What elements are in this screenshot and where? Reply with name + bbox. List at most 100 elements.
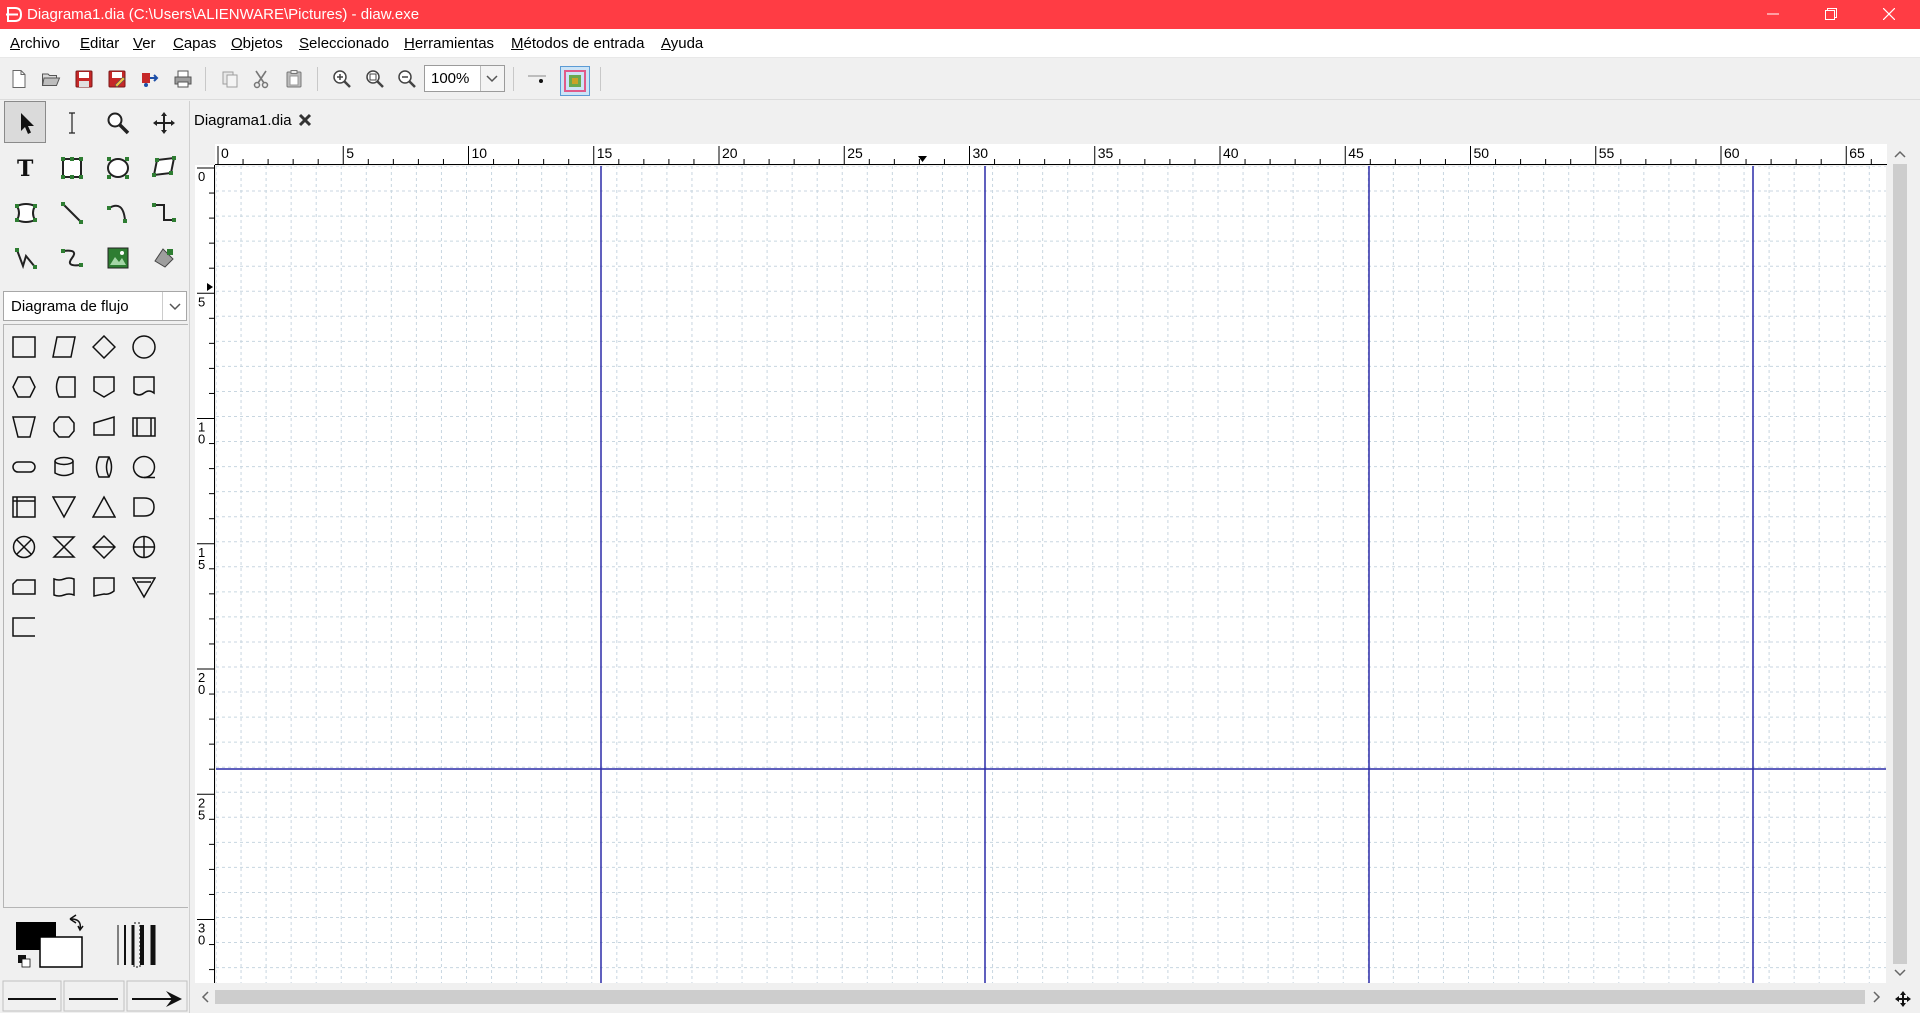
line-width-icon[interactable] [117,922,156,968]
save-button[interactable] [71,66,97,92]
ellipse-tool-button[interactable] [96,146,138,188]
horizontal-scrollbar[interactable] [195,985,1888,1009]
process-shape-button[interactable] [4,327,44,367]
restore-button[interactable] [1802,0,1860,29]
minimize-button[interactable] [1744,0,1802,29]
new-file-icon [12,70,26,88]
swap-colors-icon[interactable] [69,914,84,932]
sort-shape-icon [92,535,116,559]
ruler-label: 30 [973,145,989,161]
offpage-connector-shape-button[interactable] [84,367,124,407]
open-file-button[interactable] [38,66,64,92]
or-shape-button[interactable] [124,527,164,567]
zoom-value[interactable]: 100% [431,70,469,87]
image-tool-button[interactable] [96,236,138,278]
zoom-in-button[interactable] [329,66,355,92]
ruler-label: 35 [1098,145,1114,161]
end-arrow-style-button[interactable] [126,980,188,1012]
terminator-shape-button[interactable] [4,447,44,487]
zoom-combo[interactable]: 100% [424,65,505,92]
transaction-file-shape-button[interactable] [44,567,84,607]
line-tool-button[interactable] [50,191,92,233]
start-arrow-style-button[interactable] [2,980,62,1012]
extract-shape-button[interactable] [84,487,124,527]
default-colors-icon[interactable] [18,955,31,968]
line-style-button[interactable] [63,980,125,1012]
text-tool-button[interactable]: T [4,146,46,188]
menu-ver[interactable]: Ver [133,29,156,58]
delay-shape-button[interactable] [124,487,164,527]
punched-card-shape-button[interactable] [44,367,84,407]
manual-operation-shape-button[interactable] [4,407,44,447]
dia-app-icon[interactable] [6,6,23,28]
export-button[interactable] [137,66,163,92]
shape-sheet-dropdown[interactable] [162,292,186,320]
zoom-dropdown-button[interactable] [480,66,504,91]
magnify-tool-button[interactable] [96,101,138,143]
punched-tape-shape-button[interactable] [84,407,124,447]
sort-shape-button[interactable] [84,527,124,567]
close-button[interactable] [1860,0,1918,29]
horizontal-scroll-thumb[interactable] [215,990,1865,1004]
vertical-scrollbar[interactable] [1888,144,1912,983]
decision-shape-button[interactable] [84,327,124,367]
bezier-line-tool-button[interactable] [50,236,92,278]
menu-seleccionado[interactable]: Seleccionado [299,29,389,58]
menu-archivo[interactable]: Archivo [10,29,60,58]
scroll-tool-button[interactable] [142,101,184,143]
vertical-scroll-thumb[interactable] [1893,164,1907,964]
internal-storage-shape-button[interactable] [4,487,44,527]
preparation-shape-button[interactable] [4,367,44,407]
zigzag-line-tool-button[interactable] [142,191,184,233]
export-icon [142,73,159,87]
arc-tool-button[interactable] [96,191,138,233]
save-as-button[interactable] [104,66,130,92]
pointer-tool-button[interactable] [4,101,46,143]
new-file-button[interactable] [6,66,32,92]
data-shape-button[interactable] [44,327,84,367]
rounded-process-shape-button[interactable] [4,567,44,607]
collate-shape-button[interactable] [44,527,84,567]
menu-editar[interactable]: Editar [80,29,119,58]
zoom-fit-button[interactable] [362,66,388,92]
menu-metodos-de-entrada[interactable]: Métodos de entrada [511,29,644,58]
polyline-tool-button[interactable] [4,236,46,278]
direct-access-storage-shape-button[interactable] [84,447,124,487]
outline-tool-button[interactable] [142,236,184,278]
menu-capas[interactable]: Capas [173,29,216,58]
menu-objetos[interactable]: Objetos [231,29,283,58]
tab-diagrama1[interactable]: Diagrama1.dia [194,105,312,135]
sequential-storage-shape-button[interactable] [124,447,164,487]
terminal-hexagon-shape-button[interactable] [44,407,84,447]
paste-button[interactable] [281,66,307,92]
cut-button[interactable] [248,66,274,92]
summing-junction-shape-button[interactable] [4,527,44,567]
tab-close-button[interactable] [297,112,313,133]
direct-access-storage-shape-icon [95,456,113,478]
snap-to-objects-toggle[interactable] [560,66,590,96]
merge-shape-button[interactable] [44,487,84,527]
transaction-file-shape-icon [53,577,75,597]
offline-storage-shape-button[interactable] [124,567,164,607]
background-color-swatch[interactable] [39,936,83,968]
menu-ayuda[interactable]: Ayuda [661,29,703,58]
text-cursor-tool-button[interactable] [50,101,92,143]
print-button[interactable] [170,66,196,92]
navigation-button[interactable] [1894,990,1912,1008]
copy-button[interactable] [217,66,243,92]
magnetic-disk-shape-button[interactable] [44,447,84,487]
beziergon-tool-button[interactable] [4,191,46,233]
document-shape-button[interactable] [124,367,164,407]
annotation-shape-button[interactable] [4,607,44,647]
snap-to-grid-toggle[interactable] [524,66,550,92]
shape-sheet-select[interactable]: Diagrama de flujo [3,291,187,321]
predefined-process-shape-button[interactable] [124,407,164,447]
connector-shape-button[interactable] [124,327,164,367]
zoom-out-button[interactable] [394,66,420,92]
polygon-tool-button[interactable] [142,146,184,188]
online-storage-shape-button[interactable] [84,567,124,607]
menu-herramientas[interactable]: Herramientas [404,29,494,58]
box-tool-icon [61,157,83,179]
box-tool-button[interactable] [50,146,92,188]
diagram-canvas[interactable] [215,165,1886,983]
